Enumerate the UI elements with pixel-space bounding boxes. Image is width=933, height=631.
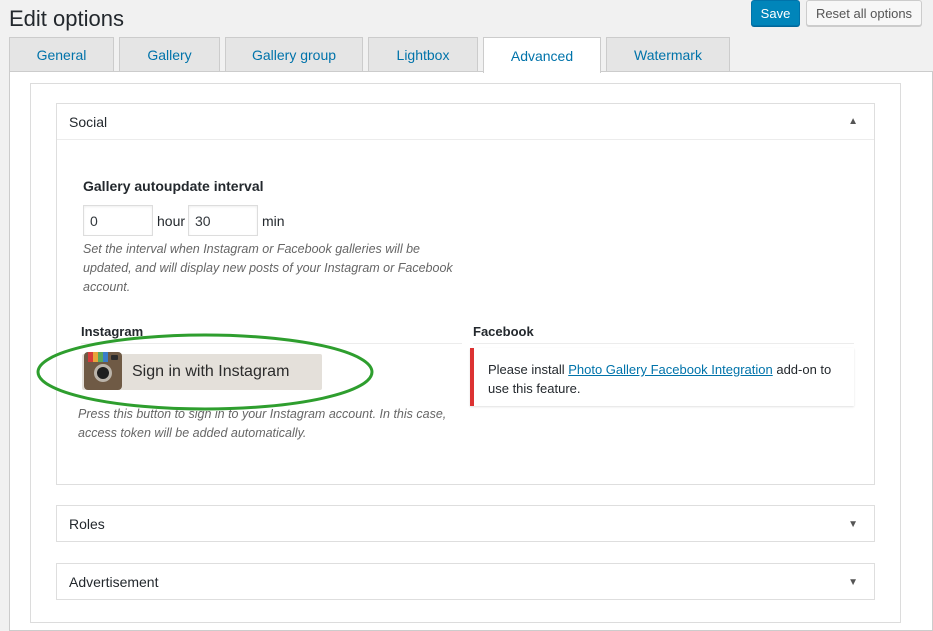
autoupdate-hour-input[interactable] [83, 205, 153, 236]
instagram-divider [81, 343, 462, 344]
tab-gallery-group[interactable]: Gallery group [225, 37, 363, 71]
hour-unit-label: hour [157, 213, 186, 229]
tab-general[interactable]: General [9, 37, 114, 71]
tab-lightbox[interactable]: Lightbox [368, 37, 478, 71]
autoupdate-description: Set the interval when Instagram or Faceb… [83, 242, 453, 294]
facebook-heading: Facebook [473, 324, 534, 339]
panel-advertisement[interactable]: Advertisement ▼ [56, 563, 875, 600]
autoupdate-min-input[interactable] [188, 205, 258, 236]
instagram-camera-icon [84, 352, 122, 390]
panel-roles-header[interactable]: Roles ▼ [57, 506, 874, 542]
instagram-heading: Instagram [81, 324, 144, 339]
expand-triangle-down-icon: ▼ [848, 518, 858, 530]
tab-advanced[interactable]: Advanced [483, 37, 601, 73]
sign-in-with-instagram-button[interactable]: Sign in with Instagram [82, 352, 322, 390]
panel-roles[interactable]: Roles ▼ [56, 505, 875, 542]
tab-gallery[interactable]: Gallery [119, 37, 220, 71]
min-unit-label: min [262, 213, 285, 229]
panel-advertisement-title: Advertisement [69, 574, 159, 590]
panel-advertisement-header[interactable]: Advertisement ▼ [57, 564, 874, 600]
collapse-triangle-up-icon: ▲ [848, 116, 858, 127]
instagram-button-label: Sign in with Instagram [132, 363, 290, 380]
instagram-description: Press this button to sign in to your Ins… [78, 407, 447, 440]
tab-watermark[interactable]: Watermark [606, 37, 730, 71]
panel-social-header[interactable]: Social ▲ [57, 104, 874, 140]
notice-prefix: Please install [488, 362, 569, 377]
facebook-divider [473, 343, 854, 344]
page-title: Edit options [9, 6, 124, 31]
expand-triangle-down-icon: ▼ [848, 576, 858, 588]
save-button[interactable]: Save [751, 0, 800, 26]
reset-all-options-button[interactable]: Reset all options [806, 0, 922, 26]
panel-roles-title: Roles [69, 516, 105, 532]
panel-social-title: Social [69, 113, 108, 130]
facebook-integration-link[interactable]: Photo Gallery Facebook Integration [568, 362, 773, 377]
autoupdate-interval-label: Gallery autoupdate interval [83, 178, 264, 194]
facebook-install-notice: Please install Photo Gallery Facebook In… [470, 348, 854, 406]
